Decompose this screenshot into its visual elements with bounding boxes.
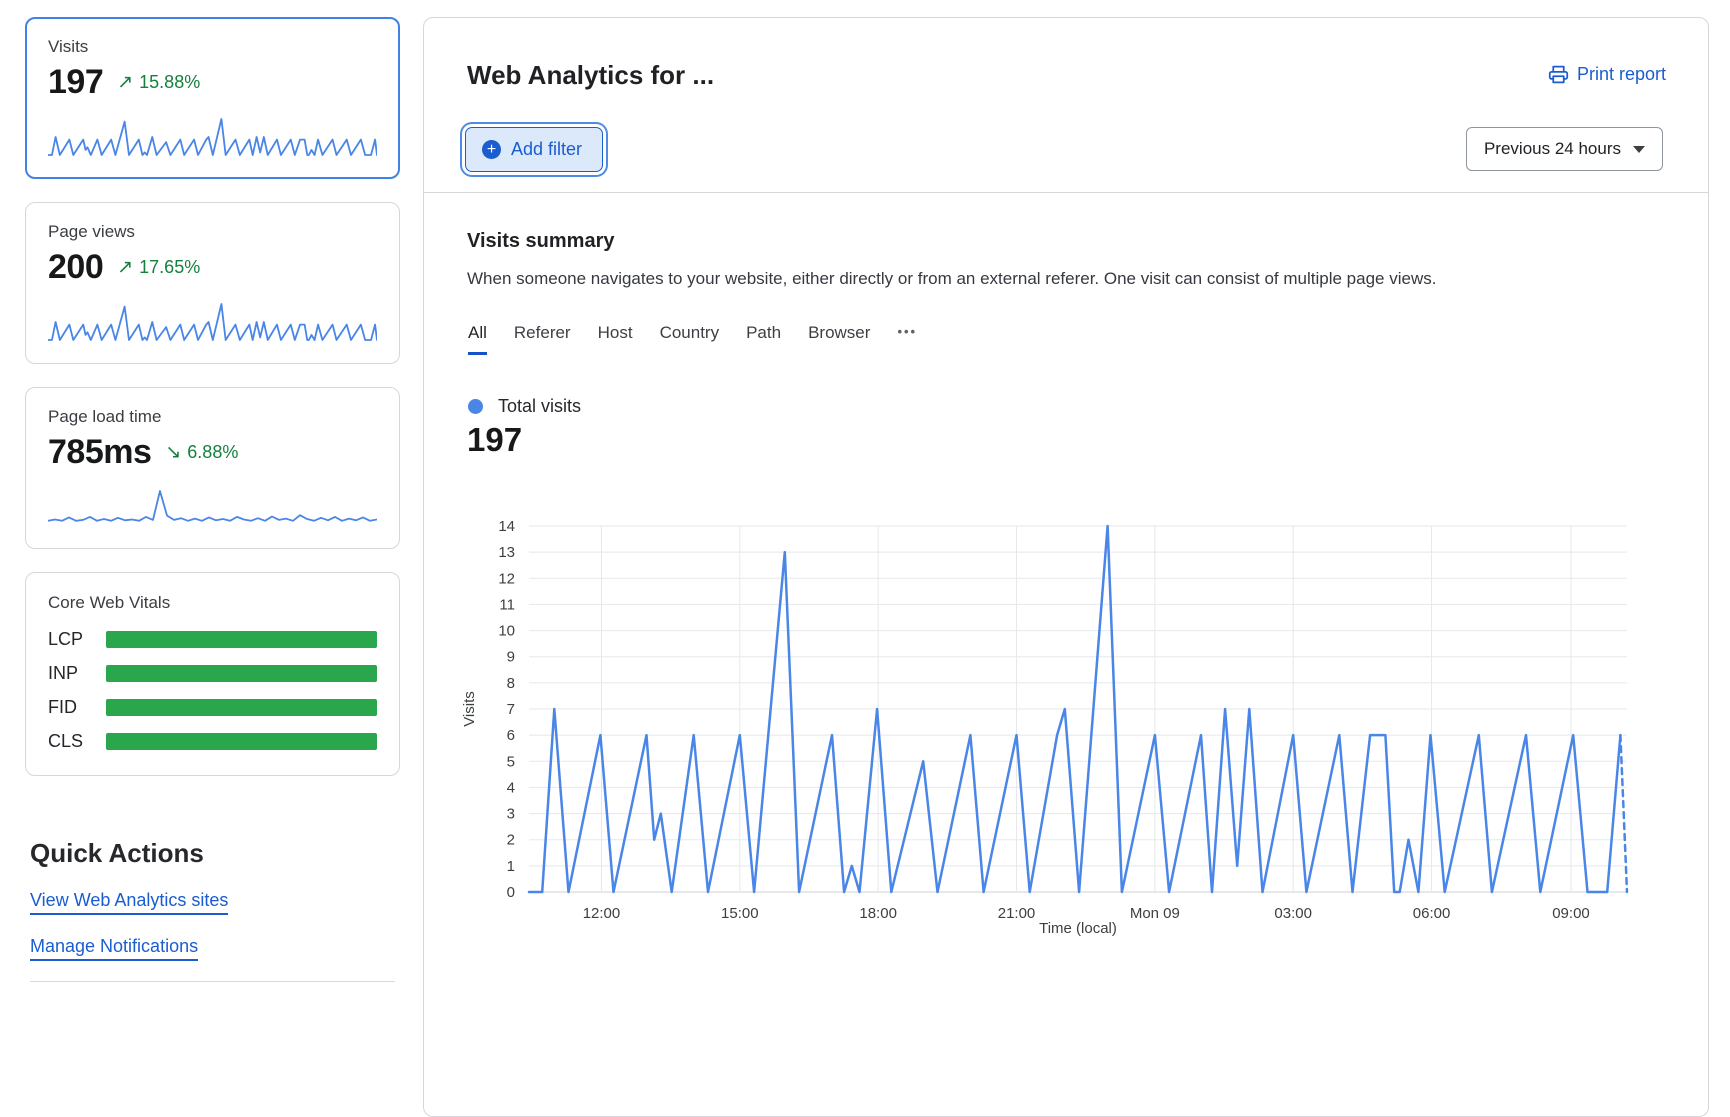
tab-browser[interactable]: Browser xyxy=(808,323,870,355)
svg-text:21:00: 21:00 xyxy=(998,905,1036,922)
trend-up-icon: ↗ xyxy=(117,73,133,92)
chart-legend: Total visits xyxy=(468,396,581,417)
cwv-bar-fill xyxy=(106,665,377,682)
metric-card-page-load-time[interactable]: Page load time 785ms ↘ 6.88% xyxy=(25,387,400,549)
cwv-bar xyxy=(106,665,377,682)
metric-value: 785ms xyxy=(48,433,151,472)
web-analytics-panel: Web Analytics for ... Print report + Add… xyxy=(423,17,1709,1117)
visits-sparkline xyxy=(48,112,377,158)
time-range-label: Previous 24 hours xyxy=(1484,139,1621,159)
svg-text:5: 5 xyxy=(507,753,515,770)
core-web-vitals-title: Core Web Vitals xyxy=(48,593,377,613)
metric-label: Page load time xyxy=(48,407,377,427)
svg-text:11: 11 xyxy=(499,596,515,613)
more-tabs-icon[interactable]: ••• xyxy=(897,324,917,354)
core-web-vitals-card: Core Web Vitals LCP INP FID CLS xyxy=(25,572,400,776)
visits-summary-title: Visits summary xyxy=(467,230,615,253)
view-web-analytics-sites-link[interactable]: View Web Analytics sites xyxy=(30,890,228,915)
printer-icon xyxy=(1548,64,1569,85)
metric-value: 200 xyxy=(48,248,103,287)
trend-percent: 6.88% xyxy=(187,442,238,463)
time-range-dropdown[interactable]: Previous 24 hours xyxy=(1466,127,1663,171)
cwv-bar-fill xyxy=(106,699,377,716)
metric-trend: ↘ 6.88% xyxy=(165,442,238,463)
svg-text:18:00: 18:00 xyxy=(859,905,897,922)
metrics-sidebar: Visits 197 ↗ 15.88% Page views 200 ↗ 17.… xyxy=(25,17,400,982)
cwv-row-lcp: LCP xyxy=(48,629,377,650)
svg-text:13: 13 xyxy=(498,544,515,561)
cwv-bar-fill xyxy=(106,631,377,648)
svg-text:4: 4 xyxy=(507,779,515,796)
svg-text:7: 7 xyxy=(507,701,515,718)
metric-trend: ↗ 15.88% xyxy=(117,72,200,93)
svg-text:12: 12 xyxy=(498,570,515,587)
svg-text:0: 0 xyxy=(507,884,515,901)
svg-text:Mon 09: Mon 09 xyxy=(1130,905,1180,922)
trend-percent: 15.88% xyxy=(139,72,200,93)
svg-text:12:00: 12:00 xyxy=(583,905,621,922)
page-views-sparkline xyxy=(48,297,377,343)
cwv-label: FID xyxy=(48,697,106,718)
metric-trend: ↗ 17.65% xyxy=(117,257,200,278)
cwv-label: LCP xyxy=(48,629,106,650)
visits-summary-description: When someone navigates to your website, … xyxy=(467,269,1617,289)
cwv-row-inp: INP xyxy=(48,663,377,684)
add-filter-label: Add filter xyxy=(511,139,582,160)
visits-chart: 0123456789101112131412:0015:0018:0021:00… xyxy=(454,501,1684,941)
cwv-row-cls: CLS xyxy=(48,731,377,752)
tab-host[interactable]: Host xyxy=(598,323,633,355)
svg-text:8: 8 xyxy=(507,675,515,692)
svg-text:3: 3 xyxy=(507,806,515,823)
cwv-bar xyxy=(106,631,377,648)
cwv-bar xyxy=(106,699,377,716)
trend-down-icon: ↘ xyxy=(165,443,181,462)
svg-text:14: 14 xyxy=(498,518,515,535)
trend-up-icon: ↗ xyxy=(117,258,133,277)
svg-text:09:00: 09:00 xyxy=(1552,905,1590,922)
sidebar-divider xyxy=(30,981,395,982)
visits-line-chart: 0123456789101112131412:0015:0018:0021:00… xyxy=(454,501,1684,941)
cwv-row-fid: FID xyxy=(48,697,377,718)
page-load-sparkline xyxy=(48,482,377,528)
quick-actions-title: Quick Actions xyxy=(30,838,400,869)
cwv-bar xyxy=(106,733,377,750)
svg-text:2: 2 xyxy=(507,832,515,849)
metric-label: Visits xyxy=(48,37,377,57)
header-divider xyxy=(424,192,1708,193)
cwv-label: INP xyxy=(48,663,106,684)
tab-country[interactable]: Country xyxy=(660,323,720,355)
metric-label: Page views xyxy=(48,222,377,242)
print-report-button[interactable]: Print report xyxy=(1548,64,1666,85)
dimension-tabs: All Referer Host Country Path Browser ••… xyxy=(468,323,917,355)
metric-card-visits[interactable]: Visits 197 ↗ 15.88% xyxy=(25,17,400,179)
quick-actions-section: Quick Actions View Web Analytics sites M… xyxy=(25,838,400,982)
tab-path[interactable]: Path xyxy=(746,323,781,355)
cwv-label: CLS xyxy=(48,731,106,752)
trend-percent: 17.65% xyxy=(139,257,200,278)
metric-card-page-views[interactable]: Page views 200 ↗ 17.65% xyxy=(25,202,400,364)
legend-dot-icon xyxy=(468,399,483,414)
add-filter-button[interactable]: + Add filter xyxy=(465,127,603,172)
manage-notifications-link[interactable]: Manage Notifications xyxy=(30,936,198,961)
cwv-bar-fill xyxy=(106,733,377,750)
page-title: Web Analytics for ... xyxy=(467,60,714,91)
legend-label: Total visits xyxy=(498,396,581,417)
svg-text:Time (local): Time (local) xyxy=(1039,920,1117,937)
svg-text:03:00: 03:00 xyxy=(1274,905,1312,922)
chevron-down-icon xyxy=(1633,146,1645,153)
total-visits-value: 197 xyxy=(467,421,522,459)
tab-all[interactable]: All xyxy=(468,323,487,355)
svg-text:15:00: 15:00 xyxy=(721,905,759,922)
svg-text:9: 9 xyxy=(507,649,515,666)
svg-text:6: 6 xyxy=(507,727,515,744)
plus-circle-icon: + xyxy=(482,140,501,159)
tab-referer[interactable]: Referer xyxy=(514,323,571,355)
print-report-label: Print report xyxy=(1577,64,1666,85)
svg-text:10: 10 xyxy=(498,623,515,640)
svg-text:Visits: Visits xyxy=(461,691,478,727)
svg-text:06:00: 06:00 xyxy=(1413,905,1451,922)
metric-value: 197 xyxy=(48,63,103,102)
svg-text:1: 1 xyxy=(507,858,515,875)
